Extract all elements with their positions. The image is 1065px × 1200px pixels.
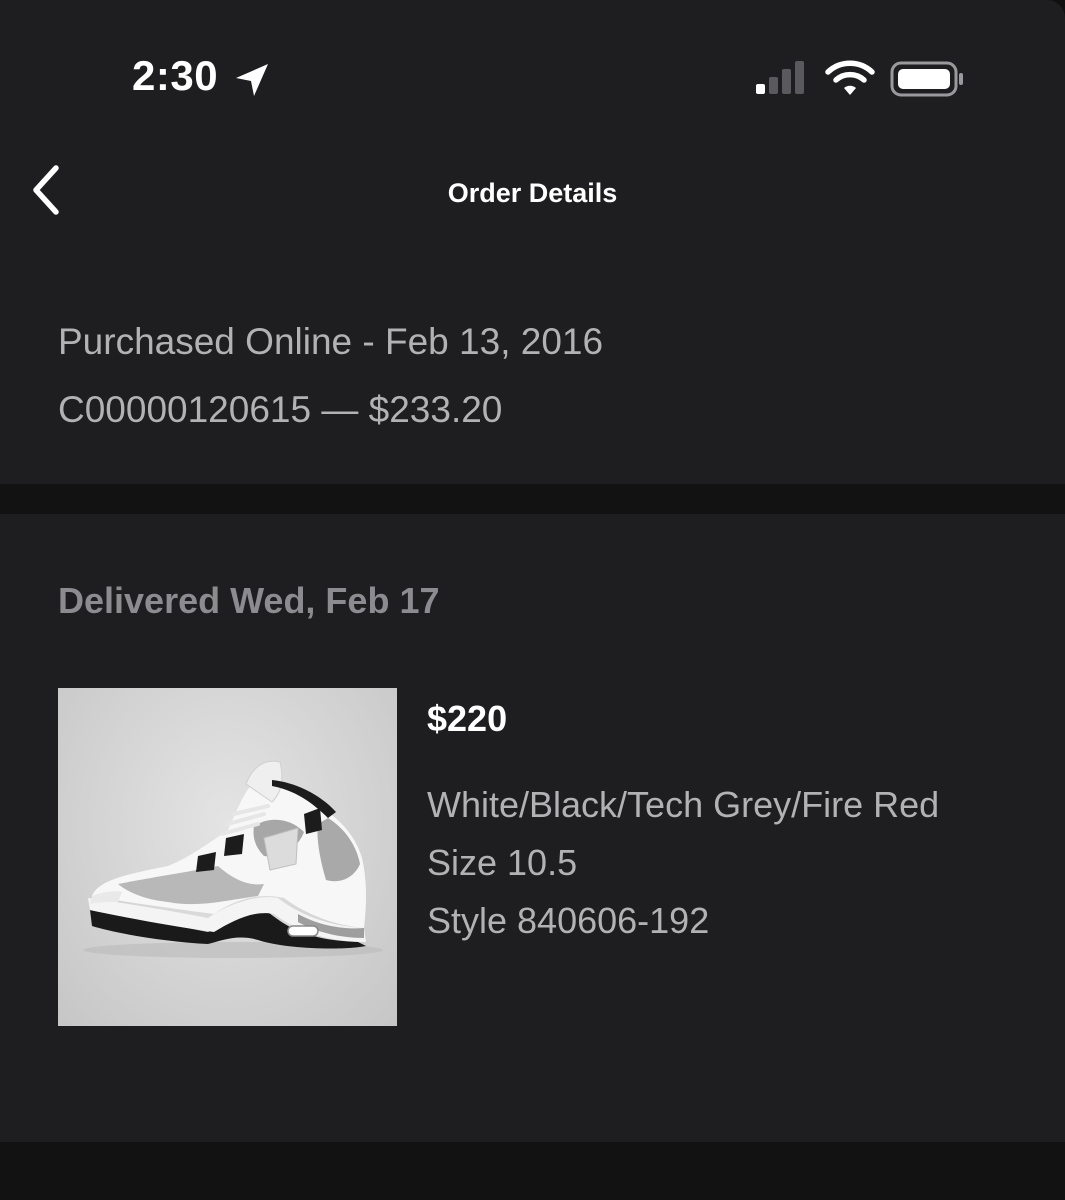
product-price: $220 — [427, 698, 508, 739]
sneaker-image — [83, 760, 383, 958]
bottom-divider — [0, 1142, 1065, 1200]
order-summary: Purchased Online - Feb 13, 2016 C0000012… — [58, 308, 1008, 444]
purchase-info: Purchased Online - Feb 13, 2016 — [58, 321, 604, 362]
page-title: Order Details — [447, 178, 618, 208]
navigation-bar: Order Details — [0, 140, 1065, 250]
product-image[interactable] — [58, 688, 397, 1026]
battery-icon — [888, 60, 968, 98]
section-divider — [0, 484, 1065, 514]
wifi-icon — [824, 58, 876, 98]
status-time: 2:30 — [132, 52, 219, 99]
product-colorway: White/Black/Tech Grey/Fire Red — [427, 784, 940, 825]
delivery-status: Delivered Wed, Feb 17 — [58, 580, 440, 621]
order-details-screen: 2:30 Order Details Purchased Online - Fe… — [0, 0, 1065, 1200]
location-arrow-icon — [232, 60, 272, 100]
product-size: Size 10.5 — [427, 842, 578, 883]
cellular-signal-icon — [752, 60, 812, 96]
product-info: $220 White/Black/Tech Grey/Fire Red Size… — [427, 690, 1027, 950]
product-style: Style 840606-192 — [427, 900, 710, 941]
status-bar: 2:30 — [0, 0, 1065, 140]
order-number-total: C00000120615 — $233.20 — [58, 389, 503, 430]
